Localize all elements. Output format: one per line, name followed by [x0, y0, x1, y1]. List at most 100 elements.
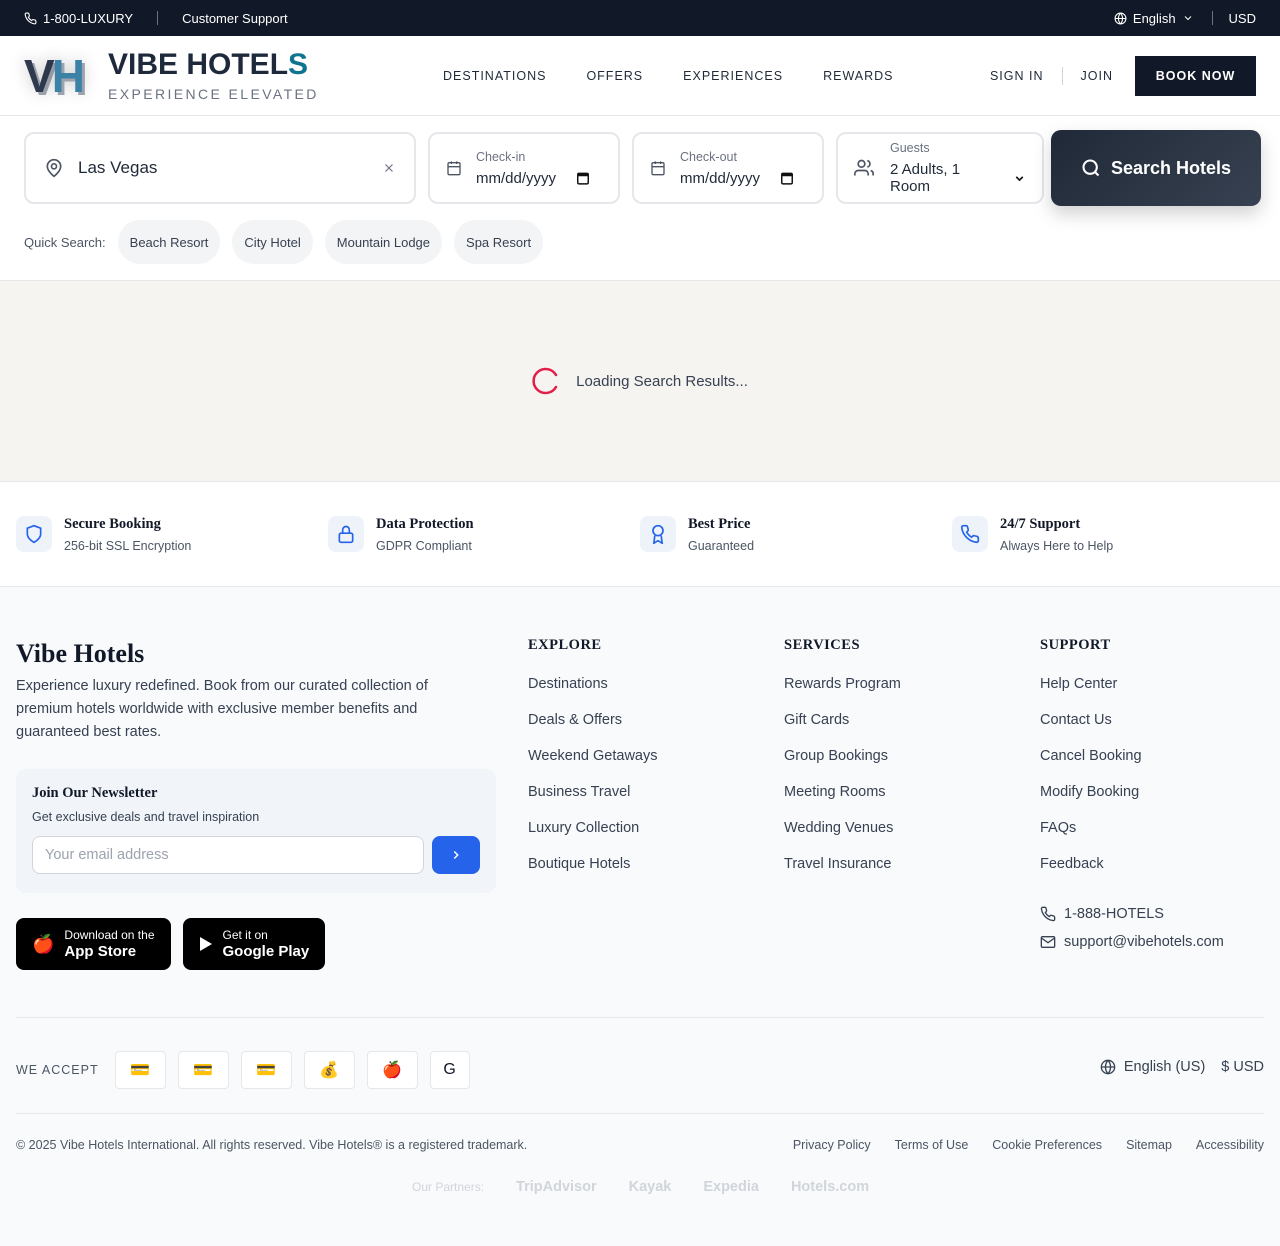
- sign-in-link[interactable]: SIGN IN: [990, 69, 1044, 83]
- guests-field[interactable]: Guests 2 Adults, 1 Room: [836, 132, 1044, 204]
- app-store-button[interactable]: 🍎 Download on the App Store: [16, 918, 171, 970]
- topbar-phone-text: 1-800-LUXURY: [43, 10, 134, 26]
- contact-email[interactable]: support@vibehotels.com: [1040, 928, 1224, 956]
- app-store-big: App Store: [64, 943, 137, 960]
- quick-search-label: Quick Search:: [24, 234, 106, 250]
- quick-chip-beach-resort[interactable]: Beach Resort: [117, 220, 221, 264]
- checkin-value: mm/dd/yyyy: [476, 169, 557, 187]
- newsletter-title: Join Our Newsletter: [32, 785, 158, 801]
- brand-title: VIBE HOTELS: [108, 47, 319, 81]
- footer-link[interactable]: Group Bookings: [784, 748, 901, 784]
- trust-subtitle: Guaranteed: [688, 538, 755, 553]
- language-selector[interactable]: English: [1114, 11, 1194, 26]
- search-panel: Las Vegas Check-in mm/dd/yyyy Check-out …: [0, 116, 1280, 281]
- footer-link[interactable]: FAQs: [1040, 820, 1142, 856]
- map-pin-icon: [44, 158, 64, 178]
- top-bar: 1-800-LUXURY Customer Support English US…: [0, 0, 1280, 36]
- phone-icon: [1040, 906, 1056, 922]
- footer-link[interactable]: Weekend Getaways: [528, 748, 658, 784]
- calendar-picker-icon[interactable]: [780, 171, 794, 185]
- trust-title: Data Protection: [376, 515, 474, 532]
- cookie-preferences-link[interactable]: Cookie Preferences: [992, 1138, 1102, 1152]
- footer-col-explore: EXPLORE Destinations Deals & Offers Week…: [528, 637, 658, 892]
- logo-mark-h: H: [51, 49, 85, 102]
- topbar-phone-link[interactable]: 1-800-LUXURY: [24, 11, 133, 26]
- checkout-input[interactable]: mm/dd/yyyy: [680, 170, 794, 187]
- card-icon: 💳: [240, 1051, 292, 1089]
- nav-destinations[interactable]: DESTINATIONS: [443, 69, 546, 83]
- checkout-field[interactable]: Check-out mm/dd/yyyy: [632, 132, 824, 204]
- terms-link[interactable]: Terms of Use: [895, 1138, 969, 1152]
- partner-logo: Kayak: [628, 1179, 672, 1195]
- currency-selector[interactable]: USD: [1229, 11, 1256, 26]
- footer-link[interactable]: Rewards Program: [784, 676, 901, 712]
- sitemap-link[interactable]: Sitemap: [1126, 1138, 1172, 1152]
- card-icon: 💳: [114, 1051, 166, 1089]
- nav-rewards[interactable]: REWARDS: [823, 69, 893, 83]
- footer-link[interactable]: Wedding Venues: [784, 820, 901, 856]
- logo-text: VIBE HOTELS EXPERIENCE ELEVATED: [108, 47, 319, 102]
- quick-chip-mountain-lodge[interactable]: Mountain Lodge: [324, 220, 443, 264]
- partners: Our Partners: TripAdvisor Kayak Expedia …: [412, 1179, 869, 1195]
- footer-link[interactable]: Meeting Rooms: [784, 784, 901, 820]
- footer-currency[interactable]: $ USD: [1221, 1059, 1264, 1075]
- loading-text: Loading Search Results...: [576, 372, 748, 390]
- footer-locale[interactable]: English (US) $ USD: [1100, 1059, 1264, 1075]
- site-header: VH VIBE HOTELS EXPERIENCE ELEVATED DESTI…: [0, 36, 1280, 116]
- money-bag-icon: 💰: [303, 1051, 355, 1089]
- apple-icon: 🍎: [32, 933, 55, 954]
- chevron-right-icon: [449, 848, 463, 862]
- contact-phone[interactable]: 1-888-HOTELS: [1040, 900, 1224, 928]
- guests-select[interactable]: 2 Adults, 1 Room: [890, 161, 1026, 195]
- footer-link[interactable]: Gift Cards: [784, 712, 901, 748]
- apple-pay-icon: 🍎: [366, 1051, 418, 1089]
- card-icon: 💳: [177, 1051, 229, 1089]
- join-link[interactable]: JOIN: [1081, 69, 1113, 83]
- footer-description: Experience luxury redefined. Book from o…: [16, 678, 428, 740]
- main-nav: DESTINATIONS OFFERS EXPERIENCES REWARDS: [443, 36, 894, 116]
- footer-link[interactable]: Travel Insurance: [784, 856, 901, 892]
- newsletter-box: Join Our Newsletter Get exclusive deals …: [16, 769, 496, 893]
- brand-title-accent: S: [288, 47, 309, 81]
- checkin-field[interactable]: Check-in mm/dd/yyyy: [428, 132, 620, 204]
- footer-language[interactable]: English (US): [1124, 1059, 1205, 1075]
- book-now-button[interactable]: BOOK NOW: [1135, 56, 1256, 96]
- footer-link[interactable]: Business Travel: [528, 784, 658, 820]
- search-hotels-button[interactable]: Search Hotels: [1051, 130, 1261, 206]
- destination-field[interactable]: Las Vegas: [24, 132, 416, 204]
- footer-link[interactable]: Feedback: [1040, 856, 1142, 892]
- phone-icon: [952, 516, 988, 552]
- trust-badges: Secure Booking 256-bit SSL Encryption Da…: [0, 482, 1280, 587]
- brand-title-main: VIBE HOTEL: [108, 47, 289, 81]
- footer-link[interactable]: Contact Us: [1040, 712, 1142, 748]
- google-play-button[interactable]: Get it on Google Play: [182, 918, 326, 970]
- customer-support-link[interactable]: Customer Support: [182, 11, 288, 26]
- logo-mark: VH: [24, 50, 94, 102]
- chevron-down-icon: [1182, 12, 1194, 24]
- language-label: English: [1132, 10, 1176, 26]
- footer-link[interactable]: Deals & Offers: [528, 712, 658, 748]
- accessibility-link[interactable]: Accessibility: [1196, 1138, 1264, 1152]
- footer-link[interactable]: Destinations: [528, 676, 658, 712]
- logo[interactable]: VH VIBE HOTELS EXPERIENCE ELEVATED: [24, 47, 319, 102]
- footer-link[interactable]: Boutique Hotels: [528, 856, 658, 892]
- quick-chip-city-hotel[interactable]: City Hotel: [232, 220, 313, 264]
- search-icon: [1081, 158, 1101, 178]
- newsletter-email-input[interactable]: Your email address: [32, 836, 424, 874]
- newsletter-submit-button[interactable]: [432, 836, 480, 874]
- footer-link[interactable]: Cancel Booking: [1040, 748, 1142, 784]
- checkin-input[interactable]: mm/dd/yyyy: [476, 170, 590, 187]
- calendar-picker-icon[interactable]: [576, 171, 590, 185]
- privacy-policy-link[interactable]: Privacy Policy: [793, 1138, 871, 1152]
- footer-link[interactable]: Luxury Collection: [528, 820, 658, 856]
- nav-experiences[interactable]: EXPERIENCES: [683, 69, 783, 83]
- footer-col-title: SERVICES: [784, 637, 861, 653]
- footer-link[interactable]: Help Center: [1040, 676, 1142, 712]
- trust-item-support: 24/7 Support Always Here to Help: [952, 516, 1264, 553]
- destination-input[interactable]: Las Vegas: [78, 158, 382, 178]
- footer-link[interactable]: Modify Booking: [1040, 784, 1142, 820]
- nav-offers[interactable]: OFFERS: [586, 69, 643, 83]
- clear-icon[interactable]: [382, 161, 396, 175]
- app-store-small: Download on the: [64, 928, 155, 942]
- quick-chip-spa-resort[interactable]: Spa Resort: [454, 220, 544, 264]
